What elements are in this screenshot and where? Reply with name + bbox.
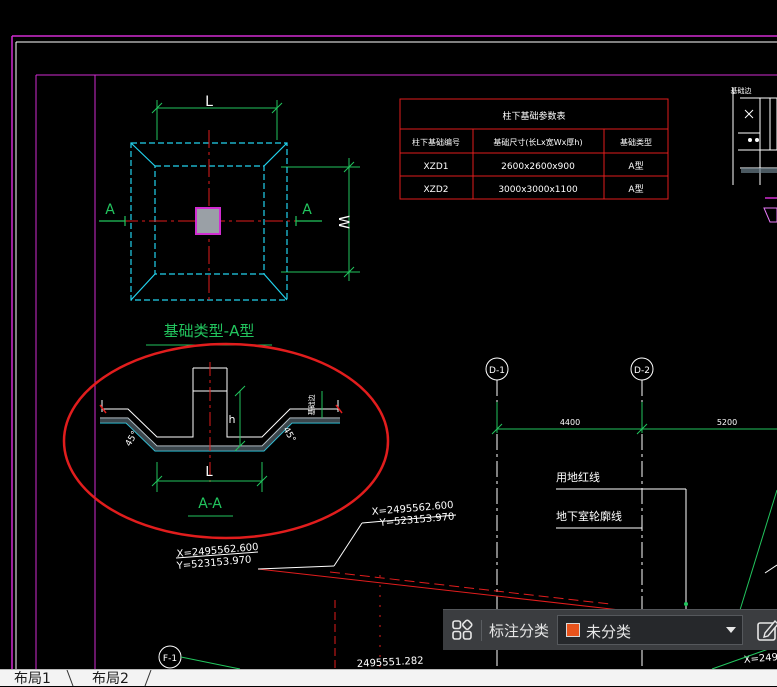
basement-outline-label: 地下室轮廓线 xyxy=(556,509,622,523)
cad-drawing-canvas[interactable]: L W A A 基础类型-A型 xyxy=(0,0,777,686)
table-cell: XZD1 xyxy=(424,162,449,172)
toolbar-separator xyxy=(481,620,482,641)
table-cell: 2600x2600x900 xyxy=(501,162,575,172)
coord-3-x: 2495551.282 xyxy=(357,656,424,670)
tab-layout-2[interactable]: 布局2 xyxy=(92,672,129,686)
table-cell: A型 xyxy=(628,184,643,195)
table-header: 柱下基础编号 xyxy=(412,137,460,147)
annotation-group-icon[interactable] xyxy=(451,619,473,641)
category-color-swatch xyxy=(566,623,580,637)
table-cell: 3000x3000x1100 xyxy=(498,185,578,195)
section-mark-right: A xyxy=(302,202,312,218)
tab-divider xyxy=(142,670,154,686)
plan-dim-width: W xyxy=(335,215,351,229)
annotation-category-label: 标注分类 xyxy=(489,620,549,641)
right-detail-label: 基础边 xyxy=(731,86,752,95)
section-dim-length: L xyxy=(205,465,213,480)
table-cell: XZD2 xyxy=(424,185,449,195)
foundation-plan-view: L W A A 基础类型-A型 xyxy=(99,94,360,345)
section-dim-height: h xyxy=(229,413,236,426)
section-title: A-A xyxy=(198,496,222,512)
section-slope-right: 45° xyxy=(280,426,297,445)
section-mark-left: A xyxy=(105,202,115,218)
axis-label-f1: F-1 xyxy=(163,654,177,664)
axis-label-d2: D-2 xyxy=(634,366,650,376)
annotation-toolbar: 标注分类 未分类 xyxy=(443,609,777,650)
table-header: 基础尺寸(长Lx宽Wx厚h) xyxy=(493,137,582,147)
selected-category: 未分类 xyxy=(586,621,631,642)
dim-5200: 5200 xyxy=(717,418,737,427)
right-edge-detail: 基础边 xyxy=(731,86,777,222)
chevron-down-icon[interactable] xyxy=(726,627,736,633)
table-cell: A型 xyxy=(628,161,643,172)
table-title: 柱下基础参数表 xyxy=(502,110,565,122)
edit-annotation-icon[interactable] xyxy=(755,617,777,643)
highlight-ellipse xyxy=(64,344,388,538)
tab-divider xyxy=(64,670,76,686)
coord-4-x: X=249 xyxy=(743,652,777,666)
axis-label-d1: D-1 xyxy=(489,366,505,376)
foundation-parameter-table: 柱下基础参数表 柱下基础编号 基础尺寸(长Lx宽Wx厚h) 基础类型 XZD1 … xyxy=(400,99,668,199)
foundation-section-view: h 基础边 45° 45° L A-A xyxy=(100,362,342,516)
annotation-category-select[interactable]: 未分类 xyxy=(557,615,743,645)
column-section xyxy=(196,208,220,234)
foundation-type-title: 基础类型-A型 xyxy=(164,322,255,340)
table-header: 基础类型 xyxy=(620,137,652,147)
plan-dim-length: L xyxy=(205,94,213,110)
dim-4400: 4400 xyxy=(560,418,580,427)
tab-layout-1[interactable]: 布局1 xyxy=(14,672,51,686)
section-edge-label: 基础边 xyxy=(307,395,316,416)
layout-tab-bar: 布局1 布局2 xyxy=(0,669,777,686)
land-red-line-label: 用地红线 xyxy=(556,470,600,484)
